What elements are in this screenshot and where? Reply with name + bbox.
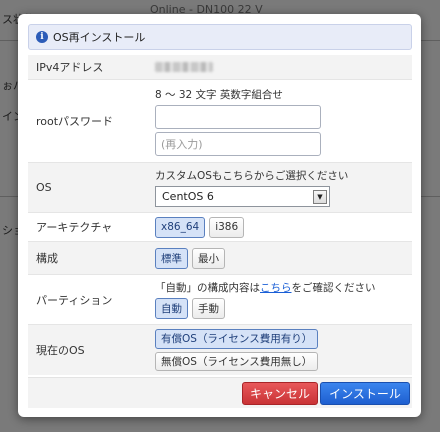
partition-row: パーティション 「自動」の構成内容はこちらをご確認ください 自動 手動 [28, 275, 412, 325]
current-os-option-free[interactable]: 無償OS（ライセンス費用無し） [155, 351, 319, 371]
root-password-row: rootパスワード 8 ～ 32 文字 英数字組合せ (再入力) [28, 80, 412, 163]
os-reinstall-dialog: i OS再インストール IPv4アドレス rootパスワード 8 ～ 32 文字… [18, 14, 421, 417]
install-button[interactable]: インストール [320, 382, 410, 405]
partition-hint-text: 「自動」の構成内容は [155, 282, 260, 294]
os-label: OS [36, 181, 52, 194]
partition-hint: 「自動」の構成内容はこちらをご確認ください [155, 280, 412, 295]
chevron-down-icon[interactable]: ▼ [313, 189, 327, 204]
ipv4-row: IPv4アドレス [28, 55, 412, 80]
arch-option-x86_64[interactable]: x86_64 [155, 216, 206, 238]
dialog-titlebar: i OS再インストール [28, 24, 412, 50]
info-icon: i [36, 31, 48, 43]
dialog-title: OS再インストール [53, 31, 146, 44]
partition-label: パーティション [36, 293, 113, 307]
os-hint: カスタムOSもこちらからご選択ください [155, 170, 349, 182]
os-select-value: CentOS 6 [162, 190, 214, 203]
os-select[interactable]: CentOS 6 ▼ [155, 186, 330, 207]
ipv4-label: IPv4アドレス [36, 61, 104, 74]
partition-option-auto[interactable]: 自動 [155, 298, 188, 319]
composition-option-minimal[interactable]: 最小 [192, 247, 225, 269]
reinstall-form: IPv4アドレス rootパスワード 8 ～ 32 文字 英数字組合せ (再入力… [28, 55, 412, 375]
password-input[interactable] [155, 104, 321, 129]
ipv4-address-redacted [155, 62, 213, 72]
os-row: OS カスタムOSもこちらからご選択ください CentOS 6 ▼ [28, 163, 412, 213]
partition-option-manual[interactable]: 手動 [192, 298, 225, 319]
architecture-label: アーキテクチャ [36, 221, 113, 234]
password-confirm-input[interactable]: (再入力) [155, 131, 321, 156]
partition-details-link[interactable]: こちら [260, 282, 292, 294]
cancel-button[interactable]: キャンセル [242, 382, 318, 405]
composition-row: 構成 標準 最小 [28, 242, 412, 275]
arch-option-i386[interactable]: i386 [209, 216, 245, 238]
root-password-label: rootパスワード [36, 115, 114, 128]
current-os-label: 現在のOS [36, 344, 85, 357]
password-hint: 8 ～ 32 文字 英数字組合せ [155, 88, 283, 101]
current-os-option-paid[interactable]: 有償OS（ライセンス費用有り） [155, 329, 319, 349]
current-os-row: 現在のOS 有償OS（ライセンス費用有り） 無償OS（ライセンス費用無し） [28, 325, 412, 375]
composition-label: 構成 [36, 252, 58, 265]
dialog-footer: キャンセル インストール [28, 377, 412, 408]
composition-option-standard[interactable]: 標準 [155, 247, 188, 269]
partition-hint-text: をご確認ください [291, 282, 376, 294]
architecture-row: アーキテクチャ x86_64 i386 [28, 213, 412, 242]
